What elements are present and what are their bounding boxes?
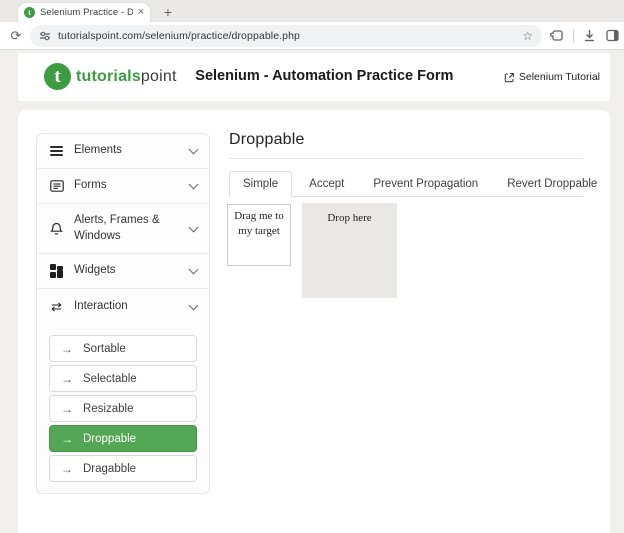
sidebar-item-label: Sortable — [83, 343, 126, 355]
sidebar-item-resizable[interactable]: → Resizable — [49, 395, 197, 422]
sidebar-section-elements[interactable]: Elements — [37, 134, 209, 169]
download-icon[interactable] — [582, 28, 597, 43]
section-label: Interaction — [74, 299, 180, 315]
reload-icon[interactable]: ⟳ — [5, 28, 27, 44]
section-label: Forms — [74, 178, 180, 194]
logo-text-bold: tutorials — [76, 68, 141, 85]
form-list-icon — [49, 180, 64, 192]
demo-tab-bar: Simple Accept Prevent Propagation Revert… — [229, 171, 583, 197]
right-arrow-icon: → — [61, 372, 73, 386]
browser-tab[interactable]: t Selenium Practice - Droppabl × — [18, 3, 150, 22]
right-arrow-icon: → — [61, 342, 73, 356]
sidebar-section-interaction[interactable]: ⇄ Interaction — [37, 289, 209, 324]
address-bar[interactable]: tutorialspoint.com/selenium/practice/dro… — [30, 25, 542, 47]
chevron-down-icon — [189, 180, 199, 190]
tutorialspoint-favicon-icon: t — [24, 7, 35, 18]
tab-prevent-propagation[interactable]: Prevent Propagation — [361, 172, 490, 196]
side-panel-icon[interactable] — [605, 28, 620, 43]
sidebar-item-selectable[interactable]: → Selectable — [49, 365, 197, 392]
sidebar-section-widgets[interactable]: Widgets — [37, 254, 209, 289]
sidebar-item-label: Droppable — [83, 433, 136, 445]
tutorialspoint-logo[interactable]: t tutorialspoint — [44, 63, 177, 90]
sidebar-section-alerts-frames-windows[interactable]: Alerts, Frames & Windows — [37, 204, 209, 254]
sidebar-section-forms[interactable]: Forms — [37, 169, 209, 204]
chevron-down-icon — [189, 145, 199, 155]
logo-text: tutorialspoint — [76, 68, 177, 86]
heading-divider — [229, 158, 583, 159]
selenium-tutorial-link[interactable]: Selenium Tutorial — [504, 71, 600, 83]
content-heading: Droppable — [229, 131, 583, 149]
tab-accept[interactable]: Accept — [297, 172, 356, 196]
selenium-tutorial-label: Selenium Tutorial — [519, 71, 600, 83]
site-settings-icon[interactable] — [39, 30, 51, 42]
site-header: t tutorialspoint Selenium - Automation P… — [18, 53, 610, 101]
drop-target-box[interactable]: Drop here — [302, 203, 397, 298]
widgets-grid-icon — [49, 264, 64, 278]
new-tab-button[interactable]: + — [158, 2, 178, 22]
chevron-down-icon — [189, 300, 199, 310]
bookmark-star-icon[interactable]: ☆ — [522, 29, 533, 43]
section-label: Widgets — [74, 263, 180, 279]
sidebar-item-sortable[interactable]: → Sortable — [49, 335, 197, 362]
chevron-down-icon — [189, 265, 199, 275]
right-arrow-icon: → — [61, 462, 73, 476]
tab-revert-droppable[interactable]: Revert Droppable — [495, 172, 609, 196]
logo-text-light: point — [141, 68, 177, 85]
hamburger-icon — [49, 144, 64, 158]
draggable-source-box[interactable]: Drag me to my target — [227, 204, 291, 266]
sidebar-item-dragabble[interactable]: → Dragabble — [49, 455, 197, 482]
sidebar-item-label: Resizable — [83, 403, 134, 415]
url-text[interactable]: tutorialspoint.com/selenium/practice/dro… — [58, 30, 515, 42]
tab-title: Selenium Practice - Droppabl — [40, 7, 133, 18]
external-link-icon — [504, 72, 515, 83]
browser-toolbar: ⟳ tutorialspoint.com/selenium/practice/d… — [0, 22, 624, 50]
section-label: Elements — [74, 143, 180, 159]
sidebar-item-label: Dragabble — [83, 463, 136, 475]
section-label: Alerts, Frames & Windows — [74, 213, 180, 244]
interaction-submenu: → Sortable → Selectable → Resizable → Dr… — [37, 324, 209, 482]
browser-tab-strip: t Selenium Practice - Droppabl × + — [0, 0, 624, 22]
tab-close-icon[interactable]: × — [138, 7, 144, 18]
page-title: Selenium - Automation Practice Form — [195, 68, 453, 84]
sidebar-item-droppable[interactable]: → Droppable — [49, 425, 197, 452]
right-arrow-icon: → — [61, 432, 73, 446]
right-arrow-icon: → — [61, 402, 73, 416]
sidebar: Elements Forms Alerts, Frames & Windows … — [36, 133, 210, 494]
bell-icon — [49, 222, 64, 236]
extensions-icon[interactable] — [550, 28, 565, 43]
swap-arrows-icon: ⇄ — [49, 300, 64, 313]
tab-simple[interactable]: Simple — [229, 171, 292, 197]
main-content-card: Elements Forms Alerts, Frames & Windows … — [18, 110, 610, 533]
sidebar-item-label: Selectable — [83, 373, 137, 385]
toolbar-divider — [573, 29, 574, 43]
droppable-content: Droppable Simple Accept Prevent Propagat… — [229, 131, 583, 197]
tutorialspoint-logo-icon: t — [44, 63, 71, 90]
chevron-down-icon — [189, 222, 199, 232]
